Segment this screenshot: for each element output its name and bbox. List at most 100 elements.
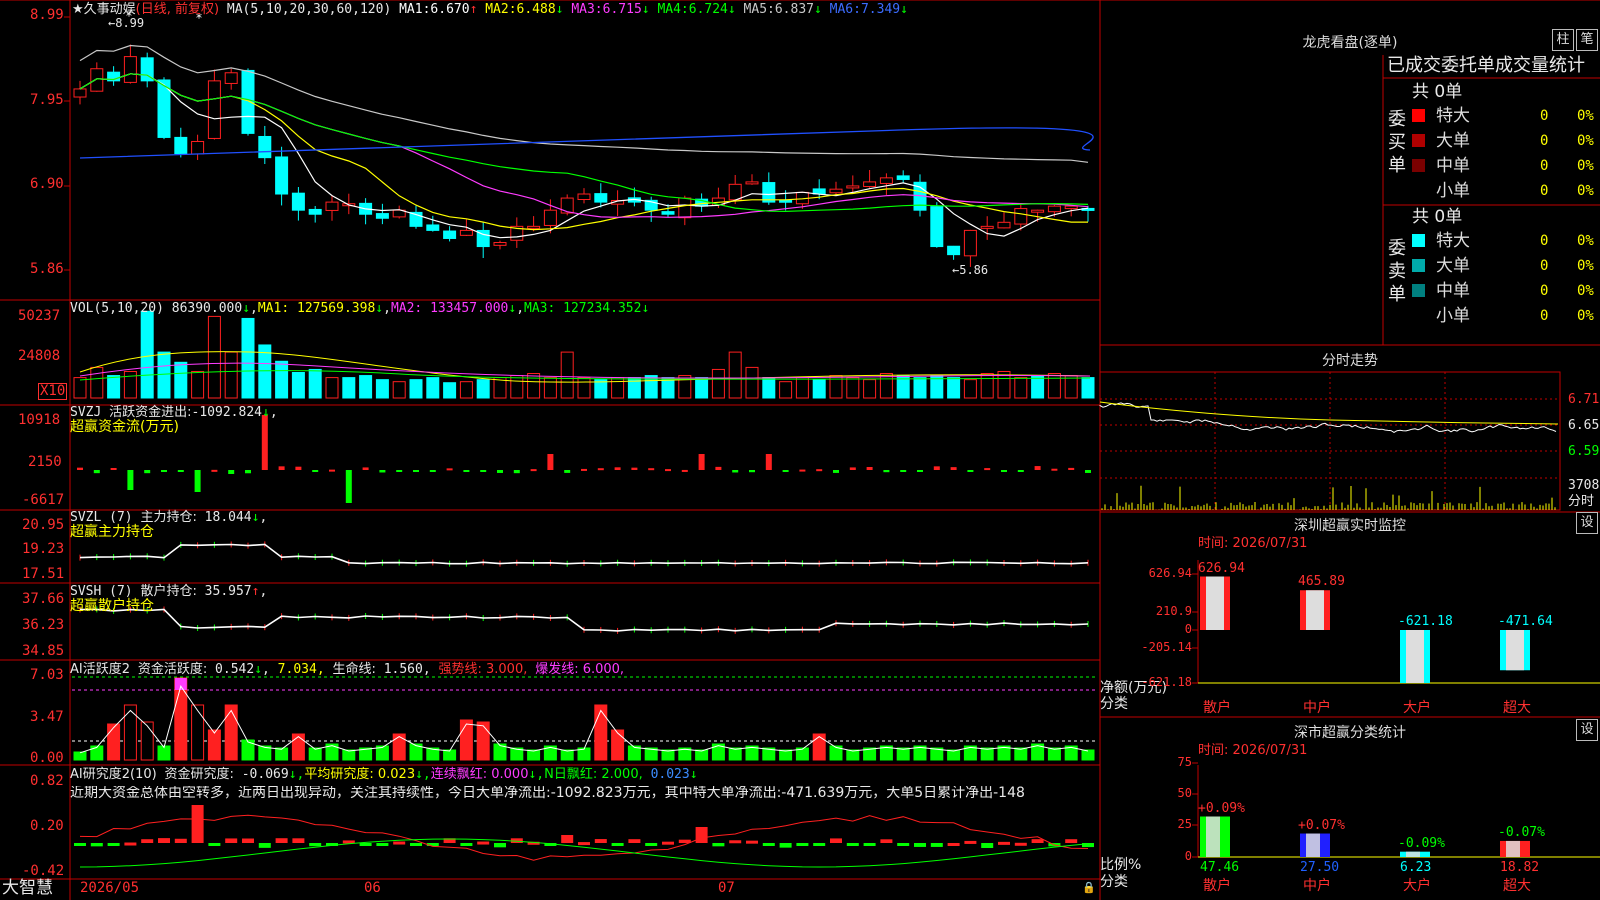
- classify-ylabel: 比例%: [1100, 857, 1142, 873]
- retail-position-line: [79, 606, 1089, 634]
- chart-mode[interactable]: (日线, 前复权): [136, 2, 219, 17]
- candle-body: [678, 197, 692, 219]
- research-bar: [393, 841, 406, 845]
- buy-row-count: 0: [1540, 133, 1549, 149]
- research-bar: [1082, 843, 1094, 848]
- ytick-svzj-3: -6617: [22, 492, 65, 508]
- activity-bar: [107, 723, 121, 761]
- ma2-label: MA2:: [485, 2, 517, 17]
- ma6-value: 7.349: [860, 2, 901, 17]
- research-bar: [830, 838, 842, 843]
- volume-bar: [224, 351, 238, 399]
- research-bar: [275, 838, 288, 843]
- volume-bar: [443, 382, 457, 399]
- tab-volume-stats[interactable]: 成交量统计: [1495, 55, 1585, 76]
- ytick-svzl-2: 19.23: [22, 541, 65, 557]
- classify-category-label: 大户: [1403, 878, 1431, 894]
- volume-bar: [476, 379, 490, 399]
- monitor-value-label: 626.94: [1198, 560, 1245, 576]
- pen-view-button[interactable]: 笔: [1576, 29, 1598, 51]
- flow-bar: [261, 415, 268, 470]
- classify-settings-button[interactable]: 设: [1576, 719, 1598, 741]
- volume-bar: [577, 377, 591, 399]
- intraday-title[interactable]: 分时走势: [1300, 350, 1400, 370]
- main-chart-canvas[interactable]: **: [0, 0, 1600, 900]
- research-bar: [191, 805, 204, 843]
- research-bar: [712, 843, 725, 847]
- volume-bar: [73, 377, 87, 399]
- candle-body: [258, 135, 272, 159]
- candle-body: [829, 188, 843, 194]
- volume-bar: [1014, 377, 1028, 399]
- tab-orders[interactable]: 委托单: [1441, 55, 1495, 76]
- ytick-ai1-1: 7.03: [30, 667, 64, 683]
- monitor-bar-shine: [1306, 590, 1324, 630]
- flow-bar: [816, 469, 823, 472]
- volume-bar: [291, 372, 305, 399]
- volume-bar: [241, 317, 255, 399]
- ytick-price-3: 6.90: [30, 176, 64, 192]
- activity-bar: [275, 747, 289, 761]
- research-bar: [242, 838, 254, 843]
- ma5-line: [79, 44, 1089, 163]
- volume-bar: [140, 310, 154, 399]
- intraday-tag: 分时: [1568, 494, 1595, 509]
- svzl-header: SVZL (7) 主力持仓: 18.044↓,: [70, 510, 268, 525]
- bar-view-button[interactable]: 柱: [1552, 29, 1574, 51]
- flow-bar: [161, 470, 167, 472]
- flow-bar: [329, 469, 335, 472]
- ma6-label: MA6:: [829, 2, 861, 17]
- research-bar: [107, 843, 120, 846]
- volume-bar: [157, 351, 171, 399]
- tab-filled[interactable]: 已成交: [1387, 55, 1441, 76]
- flow-bar: [765, 454, 772, 470]
- intraday-price-1: 6.71: [1568, 392, 1600, 407]
- lock-icon: 🔒: [1082, 881, 1096, 894]
- ma2-value: 6.488: [516, 2, 556, 17]
- classify-bar-shine: [1206, 816, 1220, 857]
- flow-bar: [749, 470, 755, 473]
- flow-bar: [581, 468, 587, 471]
- sell-side-label: 委卖单: [1388, 238, 1406, 305]
- candle-body: [1031, 209, 1045, 213]
- candle-body: [896, 175, 910, 180]
- intraday-price-line: [1099, 402, 1557, 433]
- flow-bar: [984, 468, 991, 471]
- volume-bar: [174, 361, 188, 399]
- ytick-svzj-1: 10918: [18, 412, 61, 428]
- flow-bar: [698, 454, 705, 470]
- volume-bar: [863, 379, 877, 399]
- activity-bar: [728, 747, 742, 761]
- ai2-comment: 近期大资金总体由空转多，近两日出现异动，关注其持续性，今日大单净流出:-1092…: [70, 786, 1025, 801]
- flow-bar: [614, 467, 621, 470]
- monitor-bar-shine: [1506, 630, 1524, 671]
- ytick-ai2-3: -0.42: [22, 863, 65, 879]
- research-bar: [359, 843, 372, 846]
- activity-bar: [1014, 747, 1028, 761]
- stock-title[interactable]: ★久事动娱: [72, 2, 136, 17]
- buy-row-pct: 0%: [1577, 108, 1594, 124]
- research-bar: [846, 843, 859, 846]
- candle-body: [930, 206, 944, 248]
- flow-bar: [1001, 470, 1007, 472]
- volume-bar: [527, 373, 541, 399]
- ma5-value: 6.837: [774, 2, 814, 17]
- ma4-value: 6.724: [688, 2, 728, 17]
- monitor-ytick-label: -205.14: [1141, 640, 1192, 654]
- flow-bar: [530, 469, 537, 472]
- candle-body: [543, 209, 557, 226]
- pane-frames: [0, 0, 1600, 900]
- volume-bar: [191, 370, 205, 399]
- ytick-price-2: 7.95: [30, 92, 64, 108]
- main-position-line: [79, 541, 1089, 567]
- low-price-label: ←5.86: [952, 263, 989, 277]
- research-bar: [964, 840, 977, 844]
- sell-row-label: 中单: [1436, 281, 1470, 301]
- buy-row-pct: 0%: [1577, 133, 1594, 149]
- intraday-chart: [1099, 401, 1559, 510]
- flow-bar: [732, 470, 739, 473]
- volume-bar: [543, 377, 557, 399]
- research-bar: [208, 843, 221, 846]
- volume-bar: [1064, 375, 1078, 399]
- monitor-settings-button[interactable]: 设: [1576, 512, 1598, 534]
